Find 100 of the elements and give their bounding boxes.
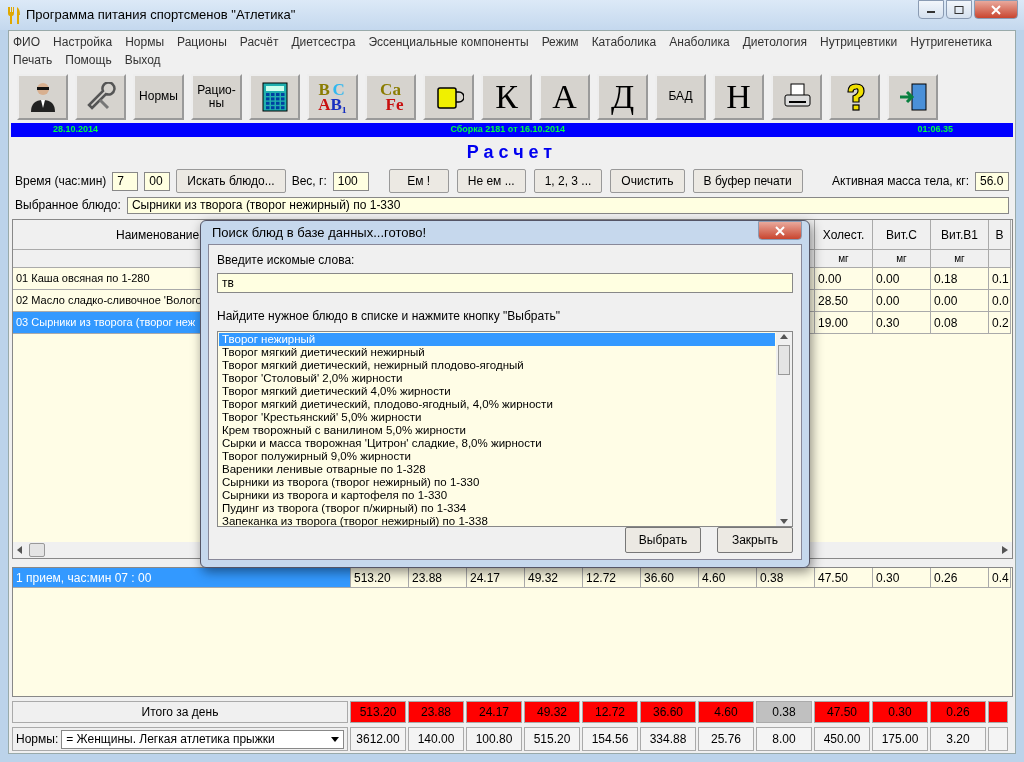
search-field[interactable]: тв: [217, 273, 793, 293]
menu-item[interactable]: Катаболика: [591, 33, 657, 51]
search-dish-button[interactable]: Искать блюдо...: [176, 169, 286, 193]
list-item[interactable]: Творог мягкий диетический, плодово-ягодный, 4,0% жирности: [219, 398, 775, 411]
status-date: 28.10.2014: [53, 123, 99, 137]
toolbar-button[interactable]: [829, 74, 880, 120]
menu-item[interactable]: Нутрицевтики: [820, 33, 898, 51]
toolbar-button[interactable]: Рацио- ны: [191, 74, 242, 120]
toolbar-button[interactable]: [75, 74, 126, 120]
table-cell-text: 0.30: [876, 314, 900, 332]
action-button[interactable]: В буфер печати: [692, 169, 803, 193]
list-item[interactable]: Сырники из творога и картофеля по 1-330: [219, 489, 775, 502]
field-label: Активная масса тела, кг:: [832, 173, 969, 190]
table-cell-text: 12.72: [586, 569, 617, 587]
toolbar-button[interactable]: А: [539, 74, 590, 120]
menu-item[interactable]: Нутригенетика: [910, 33, 992, 51]
close-button[interactable]: [974, 0, 1018, 19]
list-item[interactable]: Творог мягкий диетический, нежирный плодово-ягодный: [219, 359, 775, 372]
menu-item[interactable]: Нормы: [125, 33, 165, 51]
total-cell: 0.38: [756, 701, 812, 723]
column-header: В: [995, 226, 1004, 244]
menu-item[interactable]: Настройка: [53, 33, 113, 51]
list-item[interactable]: Сырники из творога (творог нежирный) по 1-330: [219, 476, 775, 489]
total-cell: 47.50: [814, 701, 870, 723]
menu-item[interactable]: Диетология: [742, 33, 807, 51]
total-cell: 24.17: [466, 701, 522, 723]
toolbar-button[interactable]: К: [481, 74, 532, 120]
table-cell-text: 0.18: [934, 270, 958, 288]
total-cell: 513.20: [350, 701, 406, 723]
table-cell-text: 0.00: [876, 292, 900, 310]
weight-field[interactable]: 100: [332, 171, 369, 191]
close-button[interactable]: [758, 221, 802, 240]
list-item[interactable]: Пудинг из творога (творог п/жирный) по 1-334: [219, 502, 775, 515]
list-item[interactable]: Творог полужирный 9,0% жирности: [219, 450, 775, 463]
list-item[interactable]: Сырки и масса творожная 'Цитрон' сладкие, 8,0% жирности: [219, 437, 775, 450]
scroll-thumb[interactable]: [29, 543, 45, 557]
toolbar-button[interactable]: БАД: [655, 74, 706, 120]
norm-cell: 3.20: [930, 727, 986, 751]
close-icon: [990, 4, 1002, 15]
column-header: Холест.: [822, 226, 865, 244]
menu-item[interactable]: ФИО: [13, 33, 41, 51]
maximize-button[interactable]: [946, 0, 972, 19]
list-item[interactable]: Творог 'Столовый' 2,0% жирности: [219, 372, 775, 385]
toolbar-button[interactable]: BC AB₁: [307, 74, 358, 120]
menu-item[interactable]: Помощь: [65, 51, 112, 69]
menu-item[interactable]: Печать: [13, 51, 53, 69]
menu-item[interactable]: Выход: [124, 51, 161, 69]
list-item[interactable]: Вареники ленивые отварные по 1-328: [219, 463, 775, 476]
dialog-button[interactable]: Закрыть: [717, 527, 793, 553]
norms-select[interactable]: = Женщины. Легкая атлетика прыжки: [61, 729, 344, 749]
norm-cell: 450.00: [814, 727, 870, 751]
unit-label: мг: [838, 252, 849, 266]
selected-dish-field[interactable]: Сырники из творога (творог нежирный) по 1-330: [126, 196, 1009, 214]
menu-item[interactable]: Эссенциальные компоненты: [368, 33, 529, 51]
menu-item[interactable]: Диетсестра: [291, 33, 356, 51]
list-item[interactable]: Запеканка из творога (творог нежирный) по 1-338: [219, 515, 775, 528]
table-cell-text: 0.00: [818, 270, 842, 288]
table-cell-text: 28.50: [818, 292, 849, 310]
list-item[interactable]: Творог 'Крестьянский' 5,0% жирности: [219, 411, 775, 424]
mass-field[interactable]: 56.0: [975, 171, 1009, 191]
menu-item[interactable]: Расчёт: [239, 33, 279, 51]
scroll-thumb[interactable]: [778, 345, 790, 375]
total-cell: 23.88: [408, 701, 464, 723]
toolbar-button[interactable]: Нормы: [133, 74, 184, 120]
dish-name[interactable]: 02 Масло сладко-сливочное 'Волого: [16, 292, 202, 309]
toolbar-button[interactable]: Н: [713, 74, 764, 120]
toolbar-button[interactable]: [17, 74, 68, 120]
minimize-button[interactable]: [918, 0, 944, 19]
table-cell-text: 47.50: [818, 569, 849, 587]
list-item[interactable]: Крем творожный с ванилином 5,0% жирности: [219, 424, 775, 437]
norm-cell: 100.80: [466, 727, 522, 751]
action-button[interactable]: Не ем ...: [456, 169, 526, 193]
calculator-icon: [259, 82, 290, 112]
vertical-scrollbar[interactable]: [776, 332, 792, 526]
list-item[interactable]: Творог мягкий диетический нежирный: [219, 346, 775, 359]
toolbar-button[interactable]: [887, 74, 938, 120]
table-cell-text: 0.00: [934, 292, 958, 310]
table-cell-text: 0.1: [992, 270, 1009, 288]
minute-field[interactable]: 00: [144, 171, 171, 191]
action-button[interactable]: 1, 2, 3 ...: [533, 169, 603, 193]
toolbar-button[interactable]: [249, 74, 300, 120]
toolbar-button[interactable]: [423, 74, 474, 120]
maximize-icon: [954, 5, 964, 14]
toolbar-button[interactable]: [771, 74, 822, 120]
total-cell: 49.32: [524, 701, 580, 723]
wrench-icon: [85, 82, 116, 112]
dish-name[interactable]: 01 Каша овсяная по 1-280: [16, 270, 150, 287]
dialog-button[interactable]: Выбрать: [625, 527, 701, 553]
menu-item[interactable]: Рационы: [177, 33, 227, 51]
fork-knife-icon: [6, 6, 20, 24]
toolbar-button[interactable]: Ca Fe: [365, 74, 416, 120]
action-button[interactable]: Ем !: [388, 169, 449, 193]
hour-field[interactable]: 7: [112, 171, 139, 191]
toolbar-button[interactable]: Д: [597, 74, 648, 120]
menu-item[interactable]: Анаболика: [669, 33, 730, 51]
table-cell-text: 0.00: [876, 270, 900, 288]
dropdown-arrow-icon: [331, 736, 339, 742]
list-item[interactable]: Творог мягкий диетический 4,0% жирности: [219, 385, 775, 398]
menu-item[interactable]: Режим: [541, 33, 579, 51]
action-button[interactable]: Очистить: [610, 169, 685, 193]
